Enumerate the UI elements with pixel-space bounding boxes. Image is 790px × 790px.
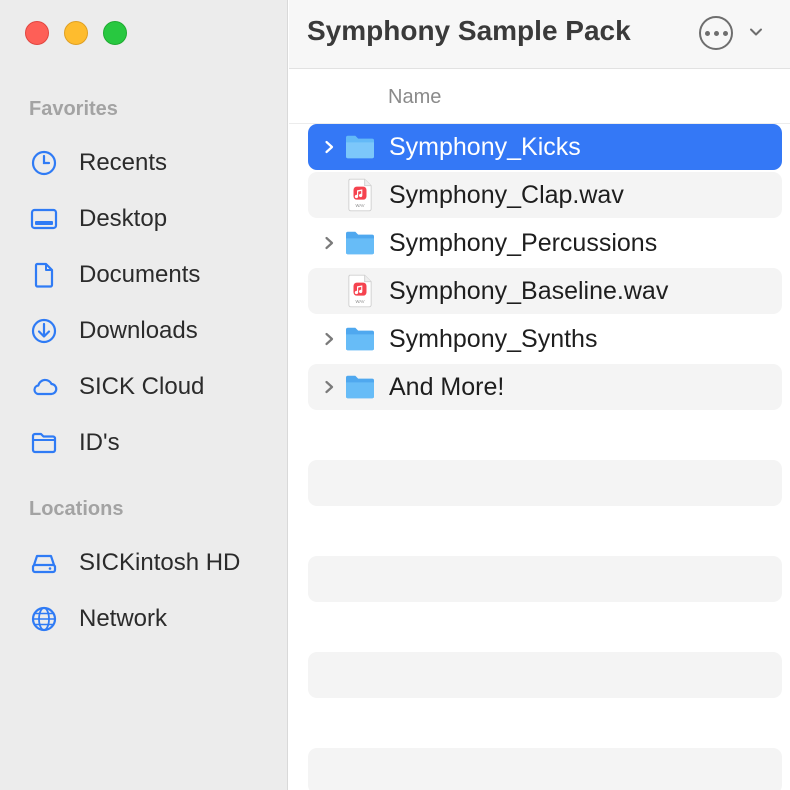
file-name: Symphony_Baseline.wav: [389, 276, 669, 305]
list-item[interactable]: WAV Symphony_Baseline.wav: [308, 268, 782, 314]
sidebar-item-label: Downloads: [79, 317, 198, 344]
file-name: Symphony_Percussions: [389, 228, 658, 257]
folder-icon: [343, 129, 377, 165]
audio-file-icon: WAV: [343, 273, 377, 309]
sidebar-item-label: Desktop: [79, 205, 168, 232]
locations-section-label: Locations: [29, 498, 124, 520]
wav-caption: WAV: [355, 203, 364, 208]
cloud-icon: [30, 371, 62, 403]
list-item[interactable]: And More!: [308, 364, 782, 410]
folder-icon: [343, 369, 377, 405]
favorites-section-label: Favorites: [29, 98, 118, 120]
sidebar-item-sickintosh-hd[interactable]: SICKintosh HD: [30, 543, 270, 583]
file-name: Symphony_Clap.wav: [389, 180, 624, 209]
wav-caption: WAV: [355, 299, 364, 304]
sidebar-item-label: SICKintosh HD: [79, 549, 241, 576]
folder-icon: [343, 225, 377, 261]
sidebar-item-label: Network: [79, 605, 168, 632]
file-name: Symhpony_Synths: [389, 324, 598, 353]
window-controls: [25, 21, 127, 45]
zoom-window-button[interactable]: [103, 21, 127, 45]
minimize-window-button[interactable]: [64, 21, 88, 45]
empty-list-row: [308, 460, 782, 506]
ellipsis-dot: [722, 30, 728, 36]
chevron-right-icon[interactable]: [318, 364, 340, 410]
sidebar-item-label: ID's: [79, 429, 120, 456]
sidebar-item-label: Documents: [79, 261, 201, 288]
sidebar-item-sick-cloud[interactable]: SICK Cloud: [30, 367, 270, 407]
list-item[interactable]: Symphony_Kicks: [308, 124, 782, 170]
window-title: Symphony Sample Pack: [307, 15, 631, 46]
chevron-right-icon[interactable]: [318, 220, 340, 266]
list-item[interactable]: Symphony_Percussions: [308, 220, 782, 266]
sidebar-item-downloads[interactable]: Downloads: [30, 311, 270, 351]
sidebar-item-documents[interactable]: Documents: [30, 255, 270, 295]
more-options-button[interactable]: [699, 16, 733, 50]
sidebar-item-network[interactable]: Network: [30, 599, 270, 639]
empty-list-row: [308, 748, 782, 790]
globe-icon: [30, 603, 62, 635]
file-name: Symphony_Kicks: [389, 132, 581, 161]
ellipsis-dot: [713, 30, 719, 36]
audio-file-icon: WAV: [343, 177, 377, 213]
file-browser: Symphony Sample Pack Name Symphony_Kicks…: [289, 0, 790, 790]
close-window-button[interactable]: [25, 21, 49, 45]
folder-icon: [343, 321, 377, 357]
chevron-right-icon[interactable]: [318, 124, 340, 170]
list-item[interactable]: WAV Symphony_Clap.wav: [308, 172, 782, 218]
file-name: And More!: [389, 372, 505, 401]
empty-list-row: [308, 652, 782, 698]
empty-list-row: [308, 556, 782, 602]
folder-icon: [30, 427, 62, 459]
sidebar: Favorites Recents Desktop Documents Down…: [0, 0, 288, 790]
clock-icon: [30, 147, 62, 179]
document-icon: [30, 259, 62, 291]
chevron-down-icon[interactable]: [748, 24, 764, 40]
download-icon: [30, 315, 62, 347]
harddrive-icon: [30, 547, 62, 579]
ellipsis-icon: [704, 30, 710, 36]
sidebar-item-label: Recents: [79, 149, 168, 176]
chevron-right-icon[interactable]: [318, 316, 340, 362]
desktop-icon: [30, 203, 62, 235]
sidebar-item-ids[interactable]: ID's: [30, 423, 270, 463]
sidebar-item-label: SICK Cloud: [79, 373, 205, 400]
sidebar-item-recents[interactable]: Recents: [30, 143, 270, 183]
toolbar: Symphony Sample Pack: [289, 0, 790, 69]
column-header-name[interactable]: Name: [388, 86, 441, 109]
sidebar-item-desktop[interactable]: Desktop: [30, 199, 270, 239]
list-item[interactable]: Symhpony_Synths: [308, 316, 782, 362]
